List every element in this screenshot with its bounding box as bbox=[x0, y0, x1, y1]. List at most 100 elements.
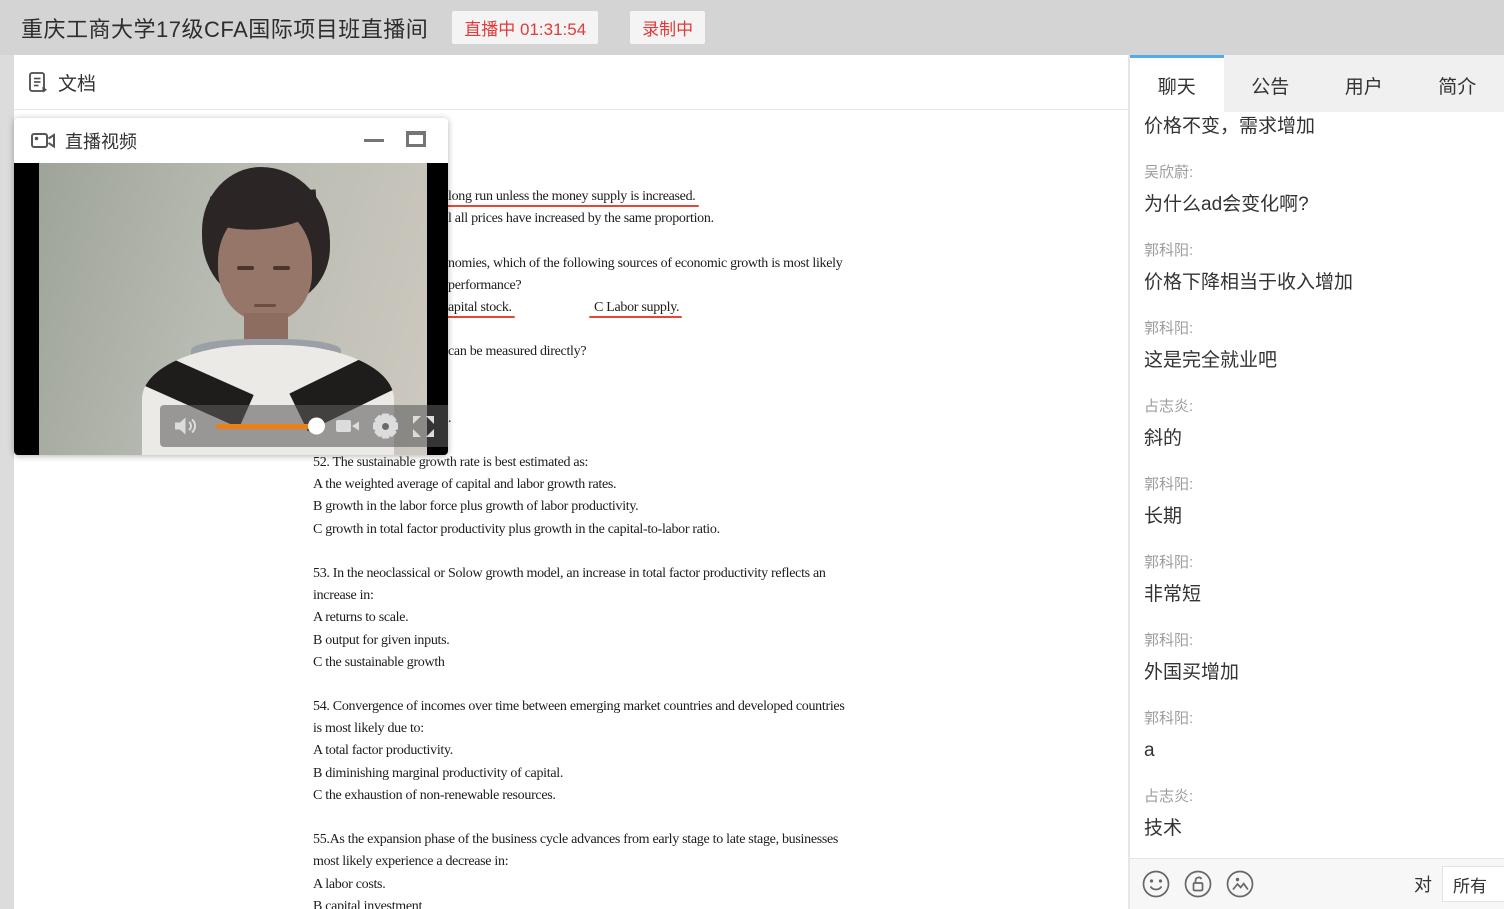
document-text-line: B growth in the labor force plus growth … bbox=[313, 496, 845, 518]
speaker-icon[interactable] bbox=[172, 413, 202, 439]
document-text-line bbox=[448, 319, 842, 341]
chat-tab-label: 用户 bbox=[1345, 72, 1383, 99]
chat-tab[interactable]: 用户 bbox=[1317, 55, 1411, 112]
document-text-line: B output for given inputs. bbox=[313, 630, 845, 652]
chat-tab[interactable]: 公告 bbox=[1224, 55, 1318, 112]
chat-tab-bar: 聊天 公告 用户 简介 bbox=[1130, 55, 1504, 112]
document-text-line: C the sustainable growth bbox=[313, 652, 845, 674]
chat-tab[interactable]: 聊天 bbox=[1130, 55, 1224, 112]
video-feed[interactable] bbox=[14, 163, 448, 455]
chat-message: 郭科阳: 长期 bbox=[1144, 476, 1490, 529]
chat-message: 郭科阳: a bbox=[1144, 710, 1490, 763]
chat-message: 占志炎: 斜的 bbox=[1144, 398, 1490, 451]
document-text-line: long run unless the money supply is incr… bbox=[448, 186, 842, 208]
chat-tab-label: 公告 bbox=[1251, 72, 1289, 99]
chat-message-text: 技术 bbox=[1144, 816, 1490, 841]
chat-message-text: 斜的 bbox=[1144, 426, 1490, 451]
room-title: 重庆工商大学17级CFA国际项目班直播间 bbox=[21, 12, 428, 44]
volume-slider-handle[interactable] bbox=[308, 418, 325, 435]
minimize-icon[interactable] bbox=[364, 139, 384, 142]
document-text-line bbox=[313, 807, 845, 829]
chat-message: 郭科阳: 价格下降相当于收入增加 bbox=[1144, 242, 1490, 295]
document-text-line bbox=[448, 364, 842, 386]
document-text-line: B capital investment bbox=[313, 896, 845, 909]
chat-message-text: 这是完全就业吧 bbox=[1144, 348, 1490, 373]
emoji-icon[interactable] bbox=[1141, 869, 1171, 899]
document-panel-title: 文档 bbox=[58, 69, 96, 96]
document-text-line: 54. Convergence of incomes over time bet… bbox=[313, 696, 845, 718]
chat-tab-label: 简介 bbox=[1438, 72, 1476, 99]
chat-message-text: 长期 bbox=[1144, 504, 1490, 529]
chat-message-text: 为什么ad会变化啊? bbox=[1144, 192, 1490, 217]
chat-message-text: 非常短 bbox=[1144, 582, 1490, 607]
lock-icon[interactable] bbox=[1183, 869, 1213, 899]
video-window[interactable]: 直播视频 bbox=[14, 118, 448, 455]
live-classroom-window: 重庆工商大学17级CFA国际项目班直播间 直播中 01:31:54 录制中 文档… bbox=[0, 0, 1504, 909]
document-text-line bbox=[313, 541, 845, 563]
chat-message-author: 郭科阳: bbox=[1144, 554, 1490, 572]
document-text-line: 52. The sustainable growth rate is best … bbox=[313, 452, 845, 474]
audience-select[interactable]: 所有 bbox=[1442, 866, 1504, 902]
document-text-line: C growth in total factor productivity pl… bbox=[313, 519, 845, 541]
left-gutter bbox=[0, 55, 14, 909]
settings-gear-icon[interactable] bbox=[373, 414, 398, 439]
chat-message-author: 郭科阳: bbox=[1144, 632, 1490, 650]
send-to-label: 对 bbox=[1414, 871, 1432, 897]
chat-tab[interactable]: 简介 bbox=[1411, 55, 1504, 112]
chat-message-author: 郭科阳: bbox=[1144, 242, 1490, 260]
chat-message: 郭科阳: 这是完全就业吧 bbox=[1144, 320, 1490, 373]
chat-message: 占志炎: 技术 bbox=[1144, 788, 1490, 841]
chat-message: 郭科阳: 外国买增加 bbox=[1144, 632, 1490, 685]
document-text-line: 55.As the expansion phase of the busines… bbox=[313, 829, 845, 851]
video-window-title: 直播视频 bbox=[65, 128, 137, 154]
chat-message-text: 价格不变，需求增加 bbox=[1144, 114, 1490, 139]
document-text-body: 52. The sustainable growth rate is best … bbox=[313, 452, 845, 909]
chat-message-text: 价格下降相当于收入增加 bbox=[1144, 270, 1490, 295]
chat-message-text: 外国买增加 bbox=[1144, 660, 1490, 685]
document-text-line: l all prices have increased by the same … bbox=[448, 208, 842, 230]
chat-message-author: 占志炎: bbox=[1144, 398, 1490, 416]
chat-message-text: a bbox=[1144, 738, 1490, 763]
video-window-titlebar[interactable]: 直播视频 bbox=[14, 118, 448, 163]
chat-message: 吴欣蔚: 为什么ad会变化啊? bbox=[1144, 164, 1490, 217]
chat-message-author: 郭科阳: bbox=[1144, 710, 1490, 728]
fullscreen-icon[interactable] bbox=[411, 414, 436, 439]
document-text-line: is most likely due to: bbox=[313, 718, 845, 740]
video-camera-icon bbox=[30, 129, 56, 153]
chat-tab-label: 聊天 bbox=[1158, 72, 1196, 99]
document-text-line bbox=[313, 674, 845, 696]
document-text-line: nomies, which of the following sources o… bbox=[448, 253, 842, 275]
chat-message-list[interactable]: 价格不变，需求增加 吴欣蔚: 为什么ad会变化啊? 郭科阳: 价格下降相当于收入… bbox=[1130, 112, 1504, 858]
document-text-line bbox=[448, 386, 842, 408]
document-text-line: apital stock.C Labor supply. bbox=[448, 297, 842, 319]
document-text-line: most likely experience a decrease in: bbox=[313, 851, 845, 873]
camera-toggle-icon[interactable] bbox=[334, 414, 362, 438]
document-text-line bbox=[448, 230, 842, 252]
document-text-line: can be measured directly? bbox=[448, 341, 842, 363]
chat-message-author: 郭科阳: bbox=[1144, 320, 1490, 338]
document-text-fragments: long run unless the money supply is incr… bbox=[448, 186, 842, 430]
document-text-line: increase in: bbox=[313, 585, 845, 607]
document-text-line: 53. In the neoclassical or Solow growth … bbox=[313, 563, 845, 585]
chat-message-author: 吴欣蔚: bbox=[1144, 164, 1490, 182]
volume-slider[interactable] bbox=[216, 424, 316, 429]
document-text-line: A labor costs. bbox=[313, 874, 845, 896]
chat-panel: 聊天 公告 用户 简介 价格不变，需求增加 吴欣蔚: 为什么ad会变化啊? 郭科… bbox=[1130, 55, 1504, 909]
chat-message: 价格不变，需求增加 bbox=[1144, 114, 1490, 139]
document-text-line: . bbox=[448, 408, 842, 430]
chat-composer-toolbar: 对 所有 bbox=[1130, 858, 1504, 909]
document-panel-header: 文档 bbox=[14, 55, 1128, 110]
recording-status-badge: 录制中 bbox=[630, 11, 705, 44]
document-text-line: A total factor productivity. bbox=[313, 740, 845, 762]
document-text-line: performance? bbox=[448, 275, 842, 297]
document-text-line: A returns to scale. bbox=[313, 607, 845, 629]
document-text-line: C the exhaustion of non-renewable resour… bbox=[313, 785, 845, 807]
document-icon bbox=[26, 70, 51, 95]
maximize-icon[interactable] bbox=[406, 131, 426, 147]
chat-message-author: 占志炎: bbox=[1144, 788, 1490, 806]
document-text-line: A the weighted average of capital and la… bbox=[313, 474, 845, 496]
chat-message-author: 郭科阳: bbox=[1144, 476, 1490, 494]
document-text-line: B diminishing marginal productivity of c… bbox=[313, 763, 845, 785]
image-icon[interactable] bbox=[1225, 869, 1255, 899]
chat-message: 郭科阳: 非常短 bbox=[1144, 554, 1490, 607]
